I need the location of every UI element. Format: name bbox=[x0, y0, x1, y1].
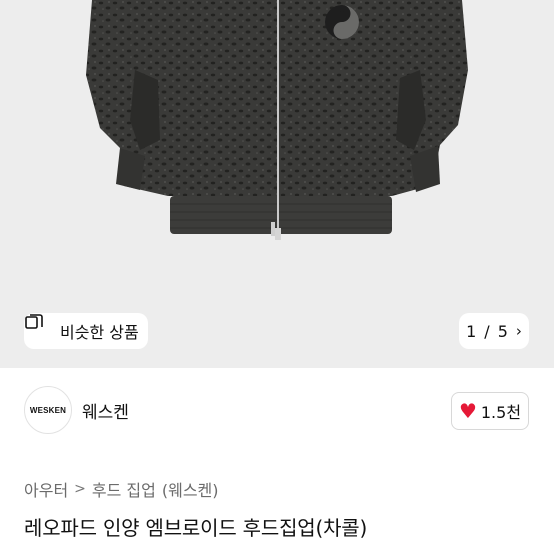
brand-row: WESKEN 웨스켄 ♥ 1.5천 bbox=[0, 382, 554, 440]
chevron-right-icon: > bbox=[74, 481, 86, 497]
like-button[interactable]: ♥ 1.5천 bbox=[451, 392, 529, 430]
breadcrumb-brand[interactable]: (웨스켄) bbox=[162, 477, 219, 501]
breadcrumb: 아우터 > 후드 집업 (웨스켄) bbox=[24, 477, 219, 501]
brand-name-link[interactable]: 웨스켄 bbox=[82, 398, 129, 423]
heart-icon: ♥ bbox=[458, 399, 477, 423]
like-count: 1.5천 bbox=[480, 403, 522, 422]
total-pages: 5 bbox=[497, 321, 508, 341]
breadcrumb-subcategory[interactable]: 후드 집업 bbox=[92, 477, 156, 501]
image-counter-button[interactable]: 1 / 5 › bbox=[459, 313, 529, 349]
current-page: 1 bbox=[466, 321, 477, 341]
brand-logo-text: WESKEN bbox=[29, 405, 67, 415]
chevron-right-icon: › bbox=[515, 322, 522, 340]
similar-items-icon bbox=[25, 314, 54, 341]
product-title: 레오파드 인양 엠브로이드 후드집업(차콜) bbox=[24, 516, 368, 540]
similar-products-label: 비슷한 상품 bbox=[60, 323, 139, 342]
brand-logo[interactable]: WESKEN bbox=[24, 386, 72, 434]
similar-products-button[interactable]: 비슷한 상품 bbox=[24, 313, 148, 349]
product-image-gallery[interactable]: 비슷한 상품 1 / 5 › bbox=[0, 0, 554, 368]
page-divider: / bbox=[484, 321, 490, 341]
breadcrumb-category[interactable]: 아우터 bbox=[24, 477, 68, 501]
